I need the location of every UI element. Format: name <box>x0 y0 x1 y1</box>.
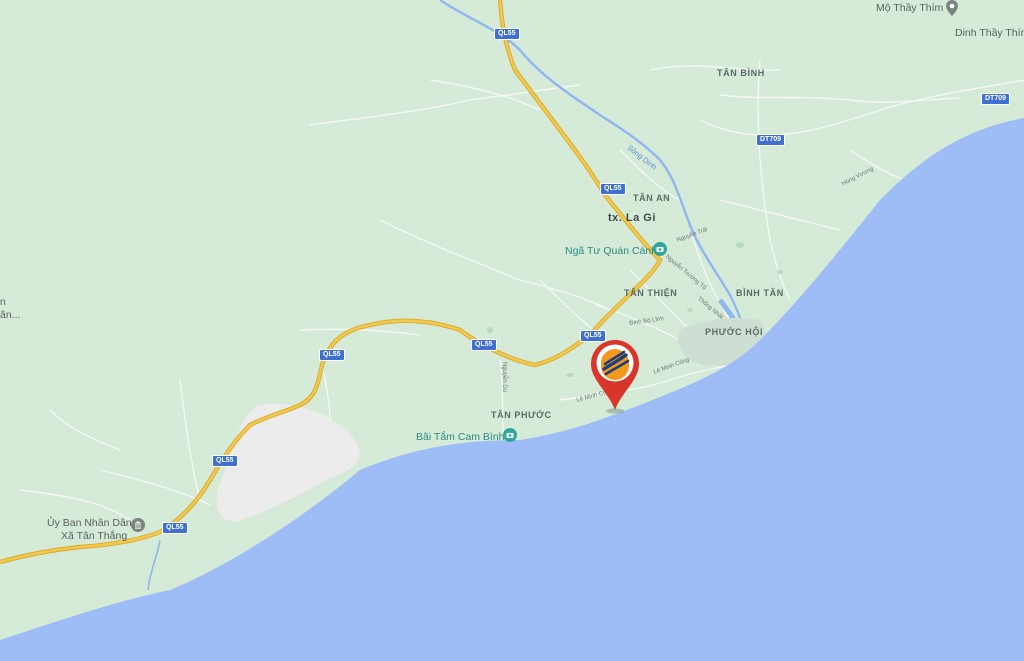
map-base-layer <box>0 0 1024 661</box>
place-label-cut-off[interactable]: ân... <box>0 309 20 321</box>
route-shield-ql55: QL55 <box>494 28 520 40</box>
map-marker-icon[interactable] <box>946 0 958 21</box>
camera-landmark-icon[interactable] <box>503 428 517 447</box>
route-shield-dt709: DT709 <box>981 93 1011 105</box>
government-building-icon[interactable] <box>131 518 145 537</box>
area-label-phuoc-hoi: PHƯỚC HỘI <box>705 327 764 337</box>
route-shield-dt709: DT709 <box>756 134 786 146</box>
area-label-tan-thien: TÂN THIỆN <box>624 288 678 298</box>
route-shield-ql55: QL55 <box>600 183 626 195</box>
area-label-tan-phuoc: TÂN PHƯỚC <box>491 410 552 420</box>
street-label-nguyen-du: Nguyễn Du <box>501 362 507 393</box>
route-shield-ql55: QL55 <box>471 339 497 351</box>
route-shield-ql55: QL55 <box>212 455 238 467</box>
area-label-binh-tan: BÌNH TÂN <box>736 288 784 298</box>
place-label-dinh-thay-thim[interactable]: Dinh Thầy Thím <box>955 27 1024 39</box>
route-shield-ql55: QL55 <box>319 349 345 361</box>
place-label-bai-tam-cam-binh[interactable]: Bãi Tắm Cam Bình <box>416 431 505 443</box>
place-label-cut-off[interactable]: n <box>0 296 6 308</box>
place-label-uy-ban-line2[interactable]: Xã Tân Thắng <box>61 530 127 542</box>
location-pin-marker[interactable] <box>590 339 640 420</box>
area-label-tan-binh: TÂN BÌNH <box>717 68 765 78</box>
map-canvas[interactable]: QL55 QL55 QL55 QL55 QL55 QL55 QL55 DT709… <box>0 0 1024 661</box>
place-label-mo-thay-thim[interactable]: Mộ Thầy Thím <box>876 2 943 14</box>
area-label-tan-an: TÂN AN <box>633 193 671 203</box>
town-label-la-gi[interactable]: tx. La Gi <box>608 212 656 224</box>
place-label-nga-tu-quan-canh[interactable]: Ngã Tư Quán Cánh <box>565 245 657 257</box>
place-label-uy-ban-line1[interactable]: Ủy Ban Nhân Dân <box>47 517 132 529</box>
route-shield-ql55: QL55 <box>162 522 188 534</box>
